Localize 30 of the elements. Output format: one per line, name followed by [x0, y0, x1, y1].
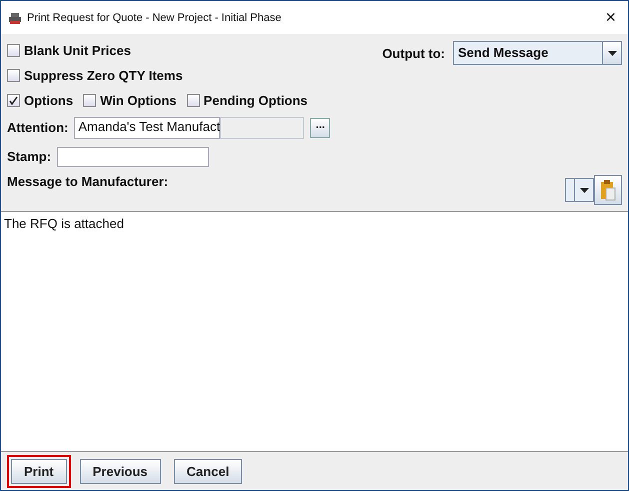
dialog-button[interactable]: Previous [80, 458, 161, 484]
output-dropdown[interactable]: Send Message [453, 41, 622, 65]
checkbox-label: Options [24, 93, 74, 108]
dialog-button[interactable]: Print [11, 458, 67, 484]
caret-icon [608, 50, 616, 56]
checkbox[interactable] [7, 94, 20, 107]
checkbox[interactable] [186, 94, 200, 107]
checkbox-label: Blank Unit Prices [24, 43, 131, 58]
printer-icon [9, 12, 21, 24]
browse-button[interactable]: ... [310, 118, 330, 138]
message-text-area[interactable]: The RFQ is attached [1, 211, 628, 452]
output-label: Output to: [382, 46, 445, 60]
template-dropdown[interactable] [565, 178, 594, 202]
checkbox[interactable] [7, 44, 20, 57]
window-title: Print Request for Quote - New Project - Initial Phase [27, 12, 282, 24]
clipboard-icon [600, 179, 616, 201]
caret-icon [580, 188, 588, 192]
stamp-field[interactable] [57, 146, 210, 166]
message-label: Message to Manufacturer: [7, 174, 168, 188]
checkbox-label: Win Options [100, 93, 177, 108]
checkbox-label: Suppress Zero QTY Items [24, 68, 183, 83]
checkbox-label: Pending Options [204, 93, 308, 108]
checkbox[interactable] [83, 94, 96, 107]
stamp-label: Stamp: [7, 149, 52, 164]
attention-label: Attention: [7, 120, 68, 135]
paste-button[interactable] [594, 175, 622, 205]
dialog-button[interactable]: Cancel [174, 458, 242, 484]
attention-field[interactable]: Amanda's Test Manufact [74, 116, 220, 138]
checkbox[interactable] [7, 69, 20, 82]
close-button[interactable]: × [605, 7, 620, 28]
